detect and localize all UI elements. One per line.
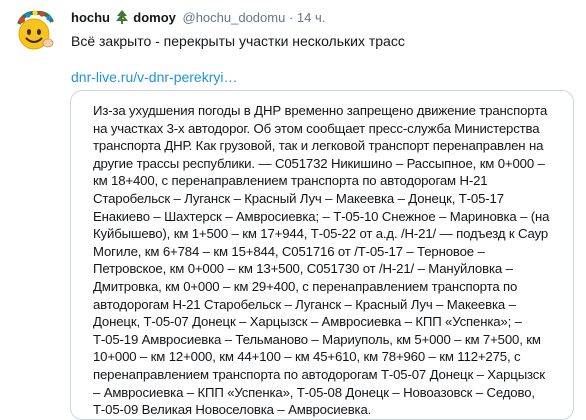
tweet: hochu domoy @hochu_dodomu · 14 ч. Всё за… <box>0 0 586 420</box>
user-avatar[interactable] <box>10 6 60 56</box>
smiley-with-wreath-avatar <box>11 7 59 55</box>
user-handle[interactable]: @hochu_dodomu <box>183 10 286 25</box>
card-body-text: Из-за ухудшения погоды в ДНР временно за… <box>93 103 550 418</box>
tweet-text: Всё закрыто - перекрыты участки нескольк… <box>71 33 405 49</box>
christmas-tree-icon <box>115 10 128 28</box>
display-name[interactable]: hochu <box>71 10 110 25</box>
tweet-timestamp[interactable]: 14 ч. <box>297 10 325 25</box>
separator-dot: · <box>288 10 294 25</box>
display-name-suffix[interactable]: domoy <box>133 10 176 25</box>
tweet-header: hochu domoy @hochu_dodomu · 14 ч. <box>71 10 325 28</box>
link-preview-card[interactable]: Из-за ухудшения погоды в ДНР временно за… <box>70 90 574 420</box>
tweet-link[interactable]: dnr-live.ru/v-dnr-perekryi… <box>71 68 237 86</box>
